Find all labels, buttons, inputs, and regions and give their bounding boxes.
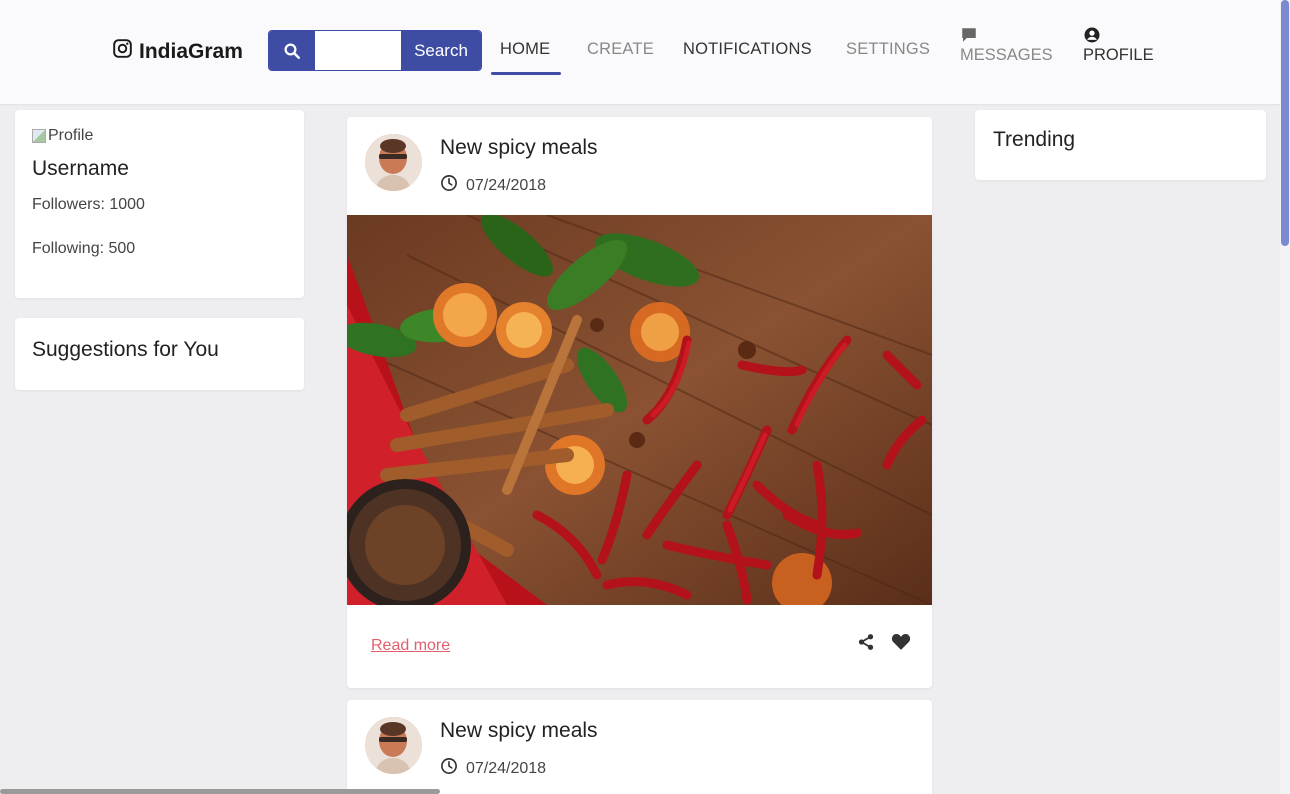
horizontal-scrollbar-thumb[interactable]: [0, 789, 440, 794]
top-navbar: IndiaGram Search HOME CREATE NOTIFICATIO…: [0, 0, 1280, 104]
message-icon: [960, 26, 1053, 46]
followers-count: Followers: 1000: [32, 196, 145, 213]
share-icon[interactable]: [857, 633, 875, 656]
brand-logo[interactable]: IndiaGram: [112, 38, 243, 65]
post-card: New spicy meals 07/24/2018: [347, 700, 932, 794]
profile-image-alt: Profile: [48, 127, 94, 144]
broken-image-icon: [32, 129, 46, 143]
clock-icon: [440, 757, 458, 780]
trending-card: Trending: [975, 110, 1266, 180]
trending-title: Trending: [993, 128, 1076, 151]
read-more-link[interactable]: Read more: [371, 637, 450, 655]
post-title[interactable]: New spicy meals: [440, 136, 598, 160]
post-title[interactable]: New spicy meals: [440, 719, 598, 743]
avatar[interactable]: [365, 134, 422, 191]
nav-create[interactable]: CREATE: [587, 40, 654, 59]
search-icon[interactable]: [269, 31, 315, 70]
post-date: 07/24/2018: [440, 174, 546, 197]
nav-settings[interactable]: SETTINGS: [846, 40, 930, 59]
post-date: 07/24/2018: [440, 757, 546, 780]
heart-icon[interactable]: [891, 632, 911, 656]
suggestions-card: Suggestions for You: [15, 318, 304, 390]
username[interactable]: Username: [32, 157, 129, 181]
profile-image: Profile: [32, 127, 93, 145]
post-date-text: 07/24/2018: [466, 176, 547, 194]
nav-messages[interactable]: MESSAGES: [960, 26, 1053, 65]
post-card: New spicy meals 07/24/2018: [347, 117, 932, 688]
following-count: Following: 500: [32, 240, 136, 257]
clock-icon: [440, 174, 458, 197]
search-input[interactable]: [315, 31, 401, 70]
brand-name: IndiaGram: [139, 39, 243, 63]
vertical-scrollbar-thumb[interactable]: [1281, 0, 1289, 246]
suggestions-title: Suggestions for You: [32, 338, 219, 361]
user-circle-icon: [1083, 26, 1154, 46]
instagram-icon: [112, 38, 133, 65]
nav-active-indicator: [491, 72, 561, 75]
nav-profile[interactable]: PROFILE: [1083, 26, 1154, 65]
nav-notifications[interactable]: NOTIFICATIONS: [683, 40, 812, 59]
nav-messages-label: MESSAGES: [960, 46, 1053, 64]
post-date-text: 07/24/2018: [466, 759, 547, 777]
nav-profile-label: PROFILE: [1083, 46, 1154, 64]
nav-home[interactable]: HOME: [500, 40, 550, 59]
post-image[interactable]: [347, 215, 932, 605]
avatar[interactable]: [365, 717, 422, 774]
profile-card: Profile Username Followers: 1000 Followi…: [15, 110, 304, 298]
search-button[interactable]: Search: [401, 31, 481, 70]
search-bar: Search: [268, 30, 482, 71]
